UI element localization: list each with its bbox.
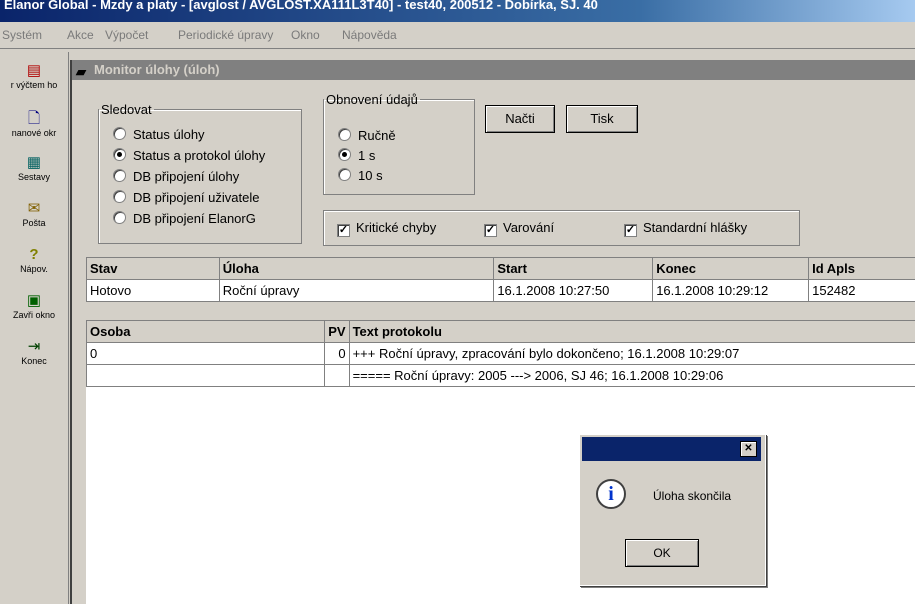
radio-rucne[interactable]: Ručně xyxy=(338,128,396,143)
ok-button[interactable]: OK xyxy=(625,539,699,567)
obnoveni-udaju-group: Obnovení údajů Ručně 1 s 10 s xyxy=(323,92,475,195)
monitor-window: ▰ Monitor úlohy (úloh) Sledovat Status ú… xyxy=(70,60,915,604)
close-window-icon: ▣ xyxy=(26,292,42,309)
radio-button-selected[interactable] xyxy=(338,148,351,161)
cell-osoba[interactable] xyxy=(85,364,326,387)
radio-db-pripojeni-elanorg[interactable]: DB připojení ElanorG xyxy=(113,211,256,226)
cell-text[interactable]: +++ Roční úpravy, zpracování bylo dokonč… xyxy=(348,342,915,365)
protocol-panel: Osoba PV Text protokolu 0 0 +++ Roční úp… xyxy=(85,320,915,604)
radio-10s[interactable]: 10 s xyxy=(338,168,383,183)
sledovat-group: Sledovat Status úlohy Status a protokol … xyxy=(98,102,302,244)
radio-button[interactable] xyxy=(113,190,126,203)
exit-icon: ⇥ xyxy=(27,338,41,355)
help-icon: ? xyxy=(29,246,39,263)
radio-button[interactable] xyxy=(113,211,126,224)
radio-button-selected[interactable] xyxy=(113,148,126,161)
cell-start[interactable]: 16.1.2008 10:27:50 xyxy=(493,279,654,302)
toolbar-reports-button[interactable]: ▦ Sestavy xyxy=(0,154,68,182)
col-osoba[interactable]: Osoba xyxy=(85,320,326,343)
radio-button[interactable] xyxy=(338,128,351,141)
close-icon: ✕ xyxy=(744,443,753,454)
toolbar-document-button[interactable]: 🗋 nanové okr xyxy=(0,110,68,138)
radio-button[interactable] xyxy=(113,127,126,140)
cell-id-apls[interactable]: 152482 xyxy=(808,279,915,302)
check-icon[interactable]: ✓ xyxy=(624,224,637,237)
nacti-button[interactable]: Načti xyxy=(485,105,555,133)
cell-konec[interactable]: 16.1.2008 10:29:12 xyxy=(652,279,810,302)
app-title: Elanor Global - Mzdy a platy - [avglost … xyxy=(4,0,598,12)
monitor-window-titlebar: ▰ Monitor úlohy (úloh) xyxy=(72,60,915,80)
radio-db-pripojeni-uzivatele[interactable]: DB připojení uživatele xyxy=(113,190,259,205)
col-stav[interactable]: Stav xyxy=(86,257,220,280)
reports-icon: ▦ xyxy=(26,154,42,171)
radio-status-a-protokol[interactable]: Status a protokol úlohy xyxy=(113,148,265,163)
checkbox-standardni-hlasky[interactable]: ✓ Standardní hlášky xyxy=(624,220,747,237)
side-toolbar: ▤ r výčtem ho 🗋 nanové okr ▦ Sestavy ✉ Pošta… xyxy=(0,52,69,604)
tisk-button[interactable]: Tisk xyxy=(566,105,638,133)
dialog-message: Úloha skončila xyxy=(653,489,732,503)
checkbox-kriticke-chyby[interactable]: ✓ Kritické chyby xyxy=(337,220,436,237)
message-filter-group: ✓ Kritické chyby ✓ Varování ✓ Standardní hl… xyxy=(323,210,800,246)
dialog-close-button[interactable]: ✕ xyxy=(740,441,757,457)
col-pv[interactable]: PV xyxy=(324,320,350,343)
toolbar-exit-button[interactable]: ⇥ Konec xyxy=(0,338,68,366)
radio-db-pripojeni-ulohy[interactable]: DB připojení úlohy xyxy=(113,169,239,184)
toolbar-help-button[interactable]: ? Nápov. xyxy=(0,246,68,274)
col-start[interactable]: Start xyxy=(493,257,654,280)
cell-pv[interactable] xyxy=(324,364,350,387)
menu-napoveda[interactable]: Nápověda xyxy=(342,28,397,42)
menu-system[interactable]: Systém xyxy=(2,28,42,42)
menu-bar: Systém Akce Výpočet Periodické úpravy Ok… xyxy=(0,22,915,49)
document-icon: 🗋 xyxy=(27,110,41,127)
list-icon: ▤ xyxy=(26,62,42,79)
checkbox-varovani[interactable]: ✓ Varování xyxy=(484,220,554,237)
tasks-header-row: Stav Úloha Start Konec Id Apls xyxy=(86,257,915,280)
message-dialog: ✕ i Úloha skončila OK xyxy=(579,434,766,586)
table-row[interactable]: 0 0 +++ Roční úpravy, zpracování bylo do… xyxy=(85,342,915,365)
protocol-table: Osoba PV Text protokolu 0 0 +++ Roční úp… xyxy=(85,320,915,387)
cell-osoba[interactable]: 0 xyxy=(85,342,326,365)
app-titlebar: Elanor Global - Mzdy a platy - [avglost … xyxy=(0,0,915,22)
radio-button[interactable] xyxy=(338,168,351,181)
toolbar-close-window-button[interactable]: ▣ Zavři okno xyxy=(0,292,68,320)
col-uloha[interactable]: Úloha xyxy=(218,257,495,280)
col-text-protokolu[interactable]: Text protokolu xyxy=(348,320,915,343)
cell-pv[interactable]: 0 xyxy=(324,342,350,365)
tasks-table: Stav Úloha Start Konec Id Apls Hotovo Ro… xyxy=(86,257,915,302)
monitor-window-title: Monitor úlohy (úloh) xyxy=(94,62,220,77)
cell-text[interactable]: ===== Roční úpravy: 2005 ---> 2006, SJ 4… xyxy=(348,364,915,387)
check-icon[interactable]: ✓ xyxy=(484,224,497,237)
toolbar-mail-button[interactable]: ✉ Pošta xyxy=(0,200,68,228)
table-row[interactable]: Hotovo Roční úpravy 16.1.2008 10:27:50 1… xyxy=(86,279,915,302)
dialog-titlebar: ✕ xyxy=(582,437,761,461)
toolbar-list-button[interactable]: ▤ r výčtem ho xyxy=(0,62,68,90)
table-row[interactable]: ===== Roční úpravy: 2005 ---> 2006, SJ 4… xyxy=(85,364,915,387)
col-id-apls[interactable]: Id Apls xyxy=(808,257,915,280)
info-icon: i xyxy=(596,479,626,509)
radio-status-ulohy[interactable]: Status úlohy xyxy=(113,127,205,142)
menu-periodicke-upravy[interactable]: Periodické úpravy xyxy=(178,28,273,42)
check-icon[interactable]: ✓ xyxy=(337,224,350,237)
monitor-icon: ▰ xyxy=(76,64,86,79)
menu-vypocet[interactable]: Výpočet xyxy=(105,28,148,42)
cell-stav[interactable]: Hotovo xyxy=(86,279,220,302)
col-konec[interactable]: Konec xyxy=(652,257,810,280)
radio-1s[interactable]: 1 s xyxy=(338,148,375,163)
cell-uloha[interactable]: Roční úpravy xyxy=(218,279,495,302)
menu-okno[interactable]: Okno xyxy=(291,28,320,42)
menu-akce[interactable]: Akce xyxy=(67,28,94,42)
mail-icon: ✉ xyxy=(27,200,41,217)
obnoveni-legend: Obnovení údajů xyxy=(326,92,418,107)
sledovat-legend: Sledovat xyxy=(101,102,152,117)
radio-button[interactable] xyxy=(113,169,126,182)
protocol-header-row: Osoba PV Text protokolu xyxy=(85,320,915,343)
